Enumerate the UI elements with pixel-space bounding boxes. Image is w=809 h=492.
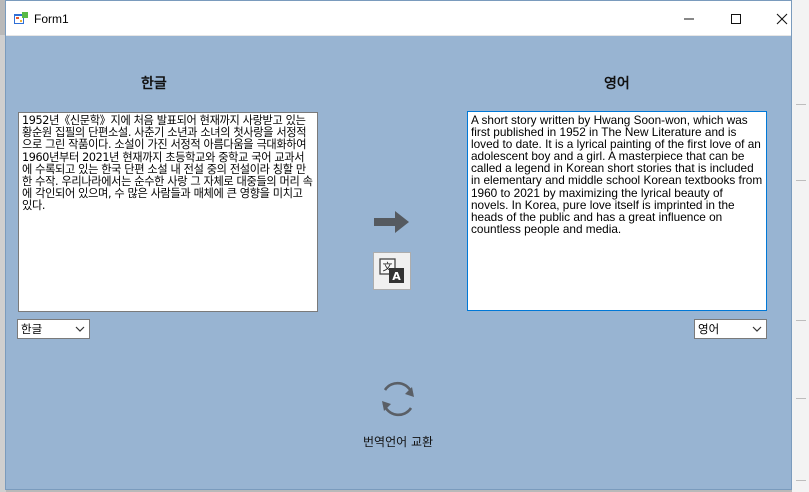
maximize-icon — [731, 14, 741, 24]
minimize-icon — [684, 18, 694, 20]
target-text-box[interactable]: A short story written by Hwang Soon-won,… — [467, 111, 767, 311]
target-language-label: 영어 — [604, 76, 630, 92]
close-icon — [776, 13, 788, 25]
swap-languages-icon[interactable] — [376, 377, 420, 421]
minimize-button[interactable] — [666, 1, 712, 36]
svg-text:A: A — [392, 270, 401, 283]
translate-icon: 文 A — [379, 258, 404, 283]
app-icon — [14, 12, 28, 24]
source-language-select[interactable]: 한글 — [17, 319, 90, 339]
swap-languages-label: 번역언어 교환 — [363, 435, 434, 449]
arrow-right-icon — [374, 211, 409, 233]
target-language-select[interactable]: 영어 — [694, 319, 767, 339]
window-title: Form1 — [34, 12, 69, 26]
form-window: Form1 한글 영어 1952년《신문학》지에 처음 발표되어 현재까지 사랑… — [5, 0, 792, 490]
background-window-edge — [792, 0, 809, 492]
title-bar: Form1 — [6, 1, 791, 36]
translate-button[interactable]: 文 A — [373, 252, 411, 290]
source-language-value: 한글 — [21, 322, 43, 336]
source-language-label: 한글 — [141, 76, 167, 92]
chevron-down-icon — [75, 326, 85, 332]
source-text-box[interactable]: 1952년《신문학》지에 처음 발표되어 현재까지 사랑받고 있는 황순원 집필… — [18, 112, 318, 312]
chevron-down-icon — [752, 326, 762, 332]
close-button[interactable] — [759, 1, 805, 36]
target-language-value: 영어 — [698, 322, 720, 336]
maximize-button[interactable] — [713, 1, 759, 36]
